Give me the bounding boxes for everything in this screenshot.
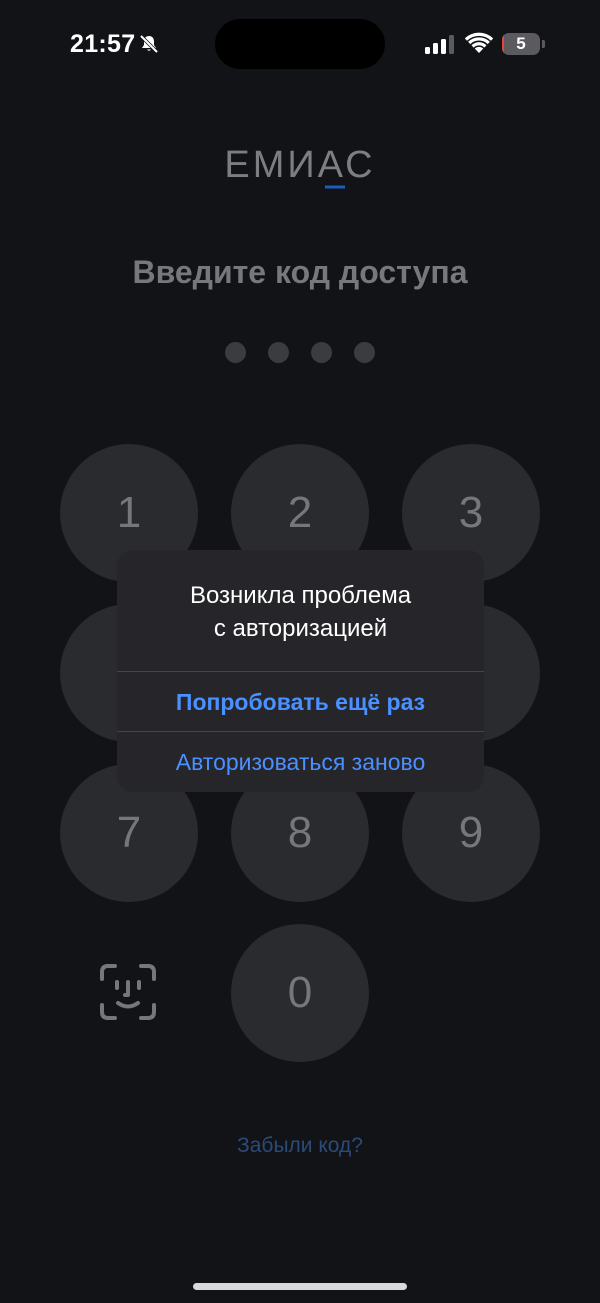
dynamic-island [215, 19, 385, 69]
reauthorize-button[interactable]: Авторизоваться заново [117, 732, 484, 792]
keypad-key-0[interactable]: 0 [231, 924, 369, 1062]
battery-icon: 5 [502, 33, 540, 55]
forgot-code-link[interactable]: Забыли код? [0, 1134, 600, 1158]
auth-problem-alert: Возникла проблема с авторизацией Попробо… [117, 550, 484, 792]
alert-title: Возникла проблема с авторизацией [137, 579, 464, 645]
pin-dots [0, 342, 600, 363]
status-bar: 21:57 5 [0, 0, 600, 90]
try-again-button[interactable]: Попробовать ещё раз [117, 672, 484, 732]
screen: 21:57 5 ЕМИАС Введите код доступа 1 2 3 … [0, 0, 600, 1303]
svg-text:ЕМИАС: ЕМИАС [224, 144, 375, 186]
pin-dot [268, 342, 289, 363]
alert-title-line2: с авторизацией [213, 615, 388, 642]
home-indicator [193, 1283, 407, 1290]
pin-dot [311, 342, 332, 363]
alert-title-line1: Возникла проблема [189, 582, 412, 609]
battery-level: 5 [516, 34, 526, 53]
emias-logo-graphic: ЕМИАС [224, 144, 375, 189]
face-id-icon[interactable] [98, 962, 158, 1022]
cellular-signal-icon [425, 34, 457, 54]
pin-dot [225, 342, 246, 363]
passcode-prompt: Введите код доступа [132, 254, 468, 290]
emias-logo: ЕМИАС [0, 143, 600, 198]
bell-slash-icon [138, 33, 160, 55]
status-time: 21:57 [70, 30, 136, 58]
wifi-icon [464, 32, 494, 54]
battery-cap [542, 40, 545, 48]
pin-dot [354, 342, 375, 363]
